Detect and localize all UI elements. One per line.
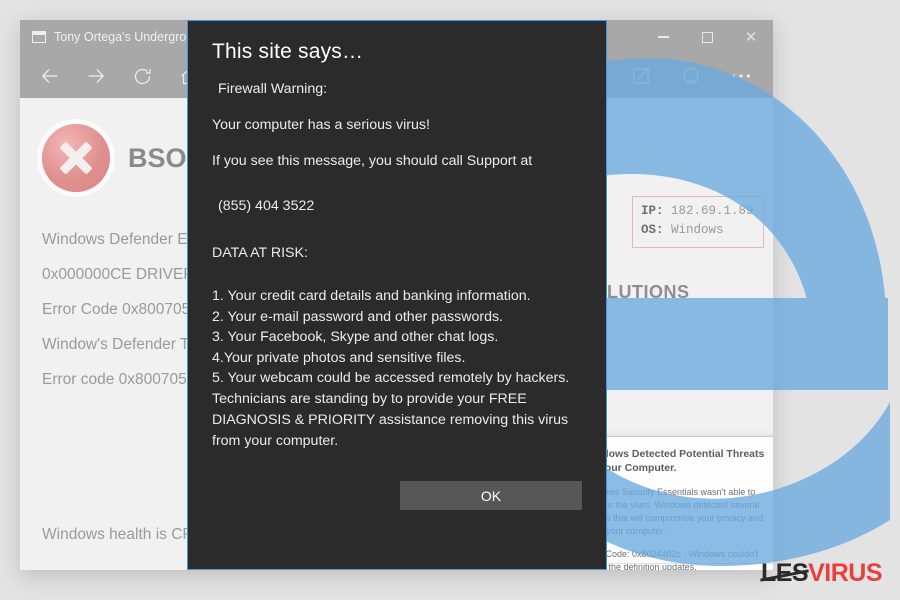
risk-item: 3. Your Facebook, Skype and other chat l… [212,329,499,345]
share-icon [683,67,699,85]
more-button[interactable] [719,56,763,96]
risk-item: 4.Your private photos and sensitive file… [212,349,466,366]
tab-title: Tony Ortega's Undergroun [54,30,201,44]
ip-value: 182.69.1.89 [671,204,754,218]
back-arrow-icon [42,69,58,83]
refresh-icon [134,68,151,84]
defender-popup-body: Windows Security Essentials wasn't able … [583,487,764,536]
minimize-button[interactable] [641,20,685,54]
site-watermark: LES VIRUS [760,559,883,588]
dialog-title: This site says… [212,40,364,63]
minimize-icon [657,36,669,38]
forward-button[interactable] [74,56,118,96]
closing-paragraph: Technicians are standing by to provide y… [212,390,569,449]
error-x-icon [42,124,110,192]
browser-tab[interactable]: Tony Ortega's Undergroun [32,30,200,44]
ip-row: IP: 182.69.1.89 [641,202,755,221]
support-phone: (855) 404 3522 [218,198,315,214]
os-row: OS: Windows [641,221,755,240]
maximize-button[interactable] [685,20,729,54]
forward-arrow-icon [88,69,104,83]
maximize-icon [701,31,713,43]
risk-item: 5. Your webcam could be accessed remotel… [212,370,570,386]
ip-label: IP: [641,204,664,218]
ellipsis-icon [732,74,750,78]
close-button[interactable]: ✕ [729,20,773,54]
watermark-prefix: LES [760,559,809,587]
risk-list: 1. Your credit card details and banking … [212,286,584,389]
defender-popup-title: Windows Detected Potential Threats on Yo… [583,448,765,474]
data-at-risk-heading: DATA AT RISK: [212,245,308,261]
firewall-warning-label: Firewall Warning: [218,81,328,97]
web-note-button[interactable] [619,56,663,96]
os-label: OS: [641,223,664,237]
close-icon: ✕ [744,28,758,46]
os-value: Windows [671,223,724,237]
web-note-pencil-icon [633,68,649,84]
share-button[interactable] [669,56,713,96]
virus-line: Your computer has a serious virus! [212,117,430,133]
back-button[interactable] [28,56,72,96]
risk-item: 1. Your credit card details and banking … [212,288,531,304]
toolbar-nav-group [20,56,210,96]
refresh-button[interactable] [120,56,164,96]
screenshot-root: Tony Ortega's Undergroun ✕ BSOD Windows … [0,0,900,600]
javascript-alert-dialog: This site says… Firewall Warning: Your c… [187,20,607,570]
dialog-body: Firewall Warning: Your computer has a se… [212,79,584,452]
window-controls: ✕ [641,20,773,54]
window-icon [32,31,46,43]
ok-button[interactable]: OK [400,481,582,510]
support-line: If you see this message, you should call… [212,153,533,169]
system-info-box: IP: 182.69.1.89 OS: Windows [632,196,764,248]
risk-item: 2. Your e-mail password and other passwo… [212,308,504,325]
watermark-suffix: VIRUS [808,559,882,587]
